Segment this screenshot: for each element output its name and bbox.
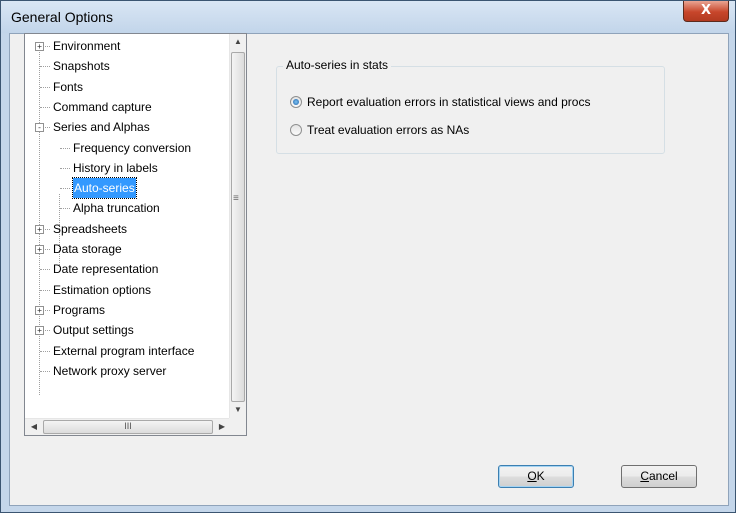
tree-connector — [40, 370, 50, 372]
tree-connector — [60, 147, 70, 149]
tree-item-label[interactable]: Frequency conversion — [73, 138, 191, 158]
tree-item[interactable]: Frequency conversion — [25, 138, 231, 158]
tree-item-label[interactable]: Command capture — [53, 97, 152, 117]
close-button[interactable]: X — [683, 1, 729, 22]
tree-item[interactable]: + Environment — [25, 36, 231, 56]
tree-item[interactable]: + Output settings — [25, 320, 231, 340]
tree-item-label[interactable]: Alpha truncation — [73, 198, 160, 218]
expand-icon[interactable]: + — [35, 42, 44, 51]
cancel-button[interactable]: Cancel — [621, 465, 697, 488]
tree-item-label[interactable]: External program interface — [53, 341, 194, 361]
tree-item[interactable]: Snapshots — [25, 56, 231, 76]
tree-item[interactable]: + Spreadsheets — [25, 219, 231, 239]
cancel-label-rest: ancel — [648, 469, 678, 483]
tree-item[interactable]: Date representation — [25, 259, 231, 279]
tree-item[interactable]: - Series and Alphas — [25, 117, 231, 137]
tree-item-label[interactable]: Environment — [53, 36, 120, 56]
radio-label[interactable]: Report evaluation errors in statistical … — [307, 93, 590, 111]
tree-item[interactable]: Fonts — [25, 77, 231, 97]
cancel-mnemonic: C — [640, 469, 649, 483]
tree-item-label[interactable]: Data storage — [53, 239, 122, 259]
tree-item-label[interactable]: Snapshots — [53, 56, 110, 76]
scrollbar-corner — [229, 418, 246, 435]
tree-item[interactable]: + Programs — [25, 300, 231, 320]
thumb-grip-icon: ≡ — [233, 193, 239, 204]
tree-connector — [60, 208, 70, 210]
ok-mnemonic: O — [527, 469, 537, 483]
expand-icon[interactable]: + — [35, 224, 44, 234]
tree-item-label[interactable]: Series and Alphas — [53, 117, 150, 137]
tree-connector — [40, 350, 50, 352]
radio-label[interactable]: Treat evaluation errors as NAs — [307, 121, 469, 139]
tree-item[interactable]: Command capture — [25, 97, 231, 117]
tree-item-label[interactable]: Programs — [53, 300, 105, 320]
window-title: General Options — [11, 9, 113, 25]
tree-connector — [60, 188, 70, 190]
tree-connector — [60, 167, 70, 169]
expand-icon[interactable]: + — [35, 245, 44, 254]
tree-item[interactable]: External program interface — [25, 341, 231, 361]
tree-horizontal-scrollbar[interactable]: ◀ III ▶ — [25, 418, 231, 435]
radio-button-icon[interactable] — [290, 96, 302, 108]
options-tree[interactable]: + Environment Snapshots Fonts Command captur… — [24, 33, 247, 436]
tree-item[interactable]: History in labels — [25, 158, 231, 178]
tree-item-label[interactable]: Auto-series — [72, 177, 137, 200]
tree-item-label[interactable]: Estimation options — [53, 280, 151, 300]
tree-item-label[interactable]: Spreadsheets — [53, 219, 127, 239]
expand-icon[interactable]: + — [35, 326, 44, 336]
horizontal-scroll-thumb[interactable]: III — [43, 420, 213, 434]
tree-connector — [40, 86, 50, 88]
radio-button-icon[interactable] — [290, 124, 302, 136]
tree-connector — [40, 66, 50, 68]
scroll-left-icon[interactable]: ◀ — [26, 422, 42, 431]
ok-label-rest: K — [536, 469, 545, 483]
tree-item-label[interactable]: Fonts — [53, 77, 83, 97]
tree-vertical-scrollbar[interactable]: ▲ ≡ ▼ — [229, 34, 246, 420]
tree-item-label[interactable]: Output settings — [53, 320, 134, 340]
scroll-right-icon[interactable]: ▶ — [214, 422, 230, 431]
groupbox-legend: Auto-series in stats — [283, 58, 392, 72]
tree-item-label[interactable]: Date representation — [53, 259, 158, 279]
tree-item-label[interactable]: Network proxy server — [53, 361, 166, 381]
tree-item[interactable]: Estimation options — [25, 280, 231, 300]
tree-connector — [40, 289, 50, 291]
expand-icon[interactable]: + — [35, 305, 44, 315]
ok-button[interactable]: OK — [498, 465, 574, 488]
scroll-up-icon[interactable]: ▲ — [230, 37, 246, 46]
scroll-down-icon[interactable]: ▼ — [230, 405, 246, 414]
vertical-scroll-thumb[interactable]: ≡ — [231, 52, 245, 402]
tree-item-label[interactable]: History in labels — [73, 158, 158, 178]
thumb-grip-icon: III — [124, 421, 132, 431]
title-bar[interactable]: General Options X — [1, 1, 735, 33]
tree-item[interactable]: Auto-series — [25, 177, 231, 200]
tree-connector — [40, 269, 50, 271]
collapse-icon[interactable]: - — [35, 123, 44, 133]
close-icon: X — [700, 3, 712, 18]
tree-item[interactable]: Network proxy server — [25, 361, 231, 381]
tree-item[interactable]: Alpha truncation — [25, 198, 231, 218]
tree-connector — [40, 106, 50, 108]
tree-items: + Environment Snapshots Fonts Command captur… — [25, 34, 231, 420]
tree-item[interactable]: + Data storage — [25, 239, 231, 259]
